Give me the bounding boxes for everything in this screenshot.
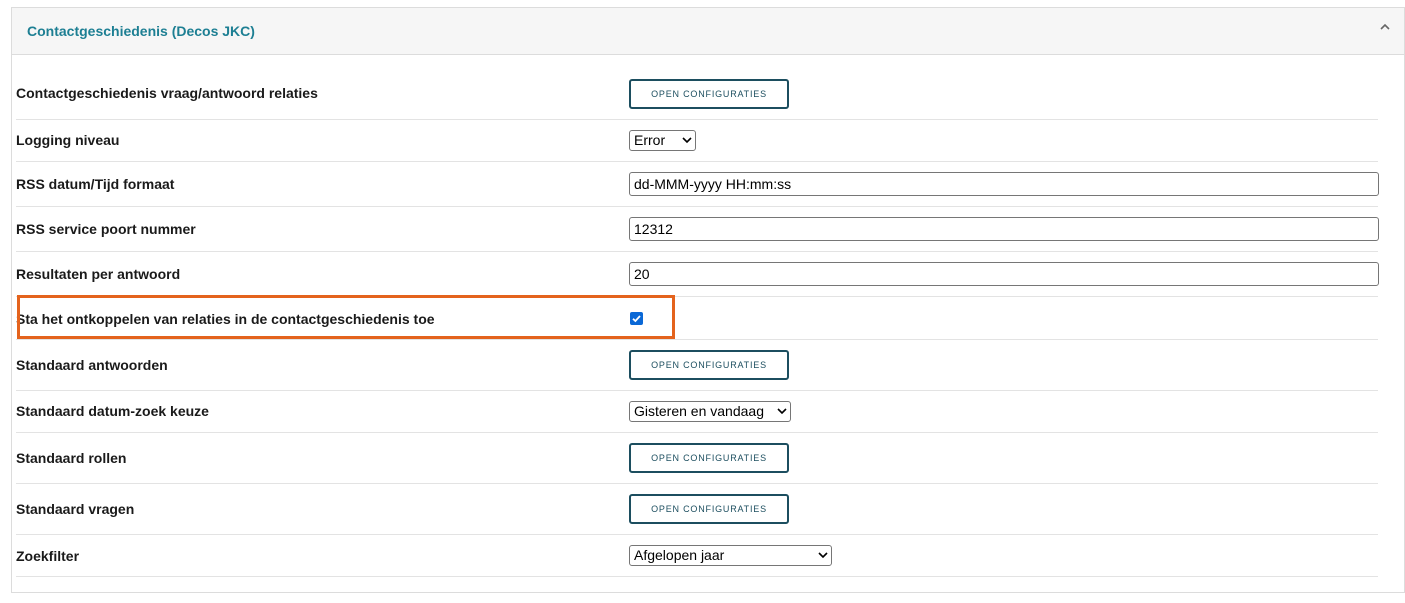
- results-per-answer-input[interactable]: 20: [629, 262, 1379, 286]
- ontkoppelen-checkbox[interactable]: [630, 312, 643, 325]
- rss-format-input[interactable]: dd-MMM-yyyy HH:mm:ss: [629, 172, 1379, 196]
- chevron-down-icon: [818, 552, 828, 559]
- checkmark-icon: [632, 315, 641, 323]
- setting-label: Sta het ontkoppelen van relaties in de c…: [16, 311, 435, 327]
- setting-label: RSS datum/Tijd formaat: [16, 176, 175, 192]
- open-configuraties-button[interactable]: OPEN CONFIGURATIES: [629, 79, 789, 109]
- setting-label: Standaard antwoorden: [16, 357, 168, 373]
- setting-row-standaard-vragen: Standaard vragen OPEN CONFIGURATIES: [16, 484, 1378, 535]
- setting-row-standaard-antwoorden: Standaard antwoorden OPEN CONFIGURATIES: [16, 340, 1378, 391]
- setting-label: Logging niveau: [16, 132, 120, 148]
- chevron-up-icon[interactable]: [1378, 20, 1392, 34]
- setting-row-logging: Logging niveau Error: [16, 120, 1378, 162]
- chevron-down-icon: [777, 408, 787, 415]
- setting-label: RSS service poort nummer: [16, 221, 196, 237]
- setting-row-ontkoppelen: Sta het ontkoppelen van relaties in de c…: [16, 297, 1378, 340]
- setting-row-rss-format: RSS datum/Tijd formaat dd-MMM-yyyy HH:mm…: [16, 162, 1379, 207]
- rss-port-input[interactable]: 12312: [629, 217, 1379, 241]
- logging-level-select[interactable]: Error: [629, 130, 696, 151]
- open-configuraties-button[interactable]: OPEN CONFIGURATIES: [629, 494, 789, 524]
- setting-label: Contactgeschiedenis vraag/antwoord relat…: [16, 85, 318, 101]
- setting-row-rss-port: RSS service poort nummer 12312: [16, 207, 1379, 252]
- setting-label: Standaard datum-zoek keuze: [16, 403, 209, 419]
- chevron-down-icon: [682, 137, 692, 144]
- open-configuraties-button[interactable]: OPEN CONFIGURATIES: [629, 350, 789, 380]
- select-value: Error: [634, 132, 666, 148]
- panel-title: Contactgeschiedenis (Decos JKC): [27, 23, 255, 39]
- setting-label: Standaard vragen: [16, 501, 135, 517]
- setting-row-standaard-datum: Standaard datum-zoek keuze Gisteren en v…: [16, 391, 1378, 433]
- setting-label: Zoekfilter: [16, 548, 80, 564]
- setting-row-vraag-antwoord: Contactgeschiedenis vraag/antwoord relat…: [16, 69, 1378, 120]
- open-configuraties-button[interactable]: OPEN CONFIGURATIES: [629, 443, 789, 473]
- select-value: Afgelopen jaar: [634, 547, 725, 563]
- standaard-datum-select[interactable]: Gisteren en vandaag: [629, 401, 791, 422]
- setting-row-results: Resultaten per antwoord 20: [16, 252, 1379, 297]
- setting-row-zoekfilter: Zoekfilter Afgelopen jaar: [16, 535, 1378, 577]
- setting-row-standaard-rollen: Standaard rollen OPEN CONFIGURATIES: [16, 433, 1378, 484]
- zoekfilter-select[interactable]: Afgelopen jaar: [629, 545, 832, 566]
- select-value: Gisteren en vandaag: [634, 403, 764, 419]
- panel-header[interactable]: Contactgeschiedenis (Decos JKC): [12, 8, 1404, 55]
- setting-label: Resultaten per antwoord: [16, 266, 181, 282]
- setting-label: Standaard rollen: [16, 450, 127, 466]
